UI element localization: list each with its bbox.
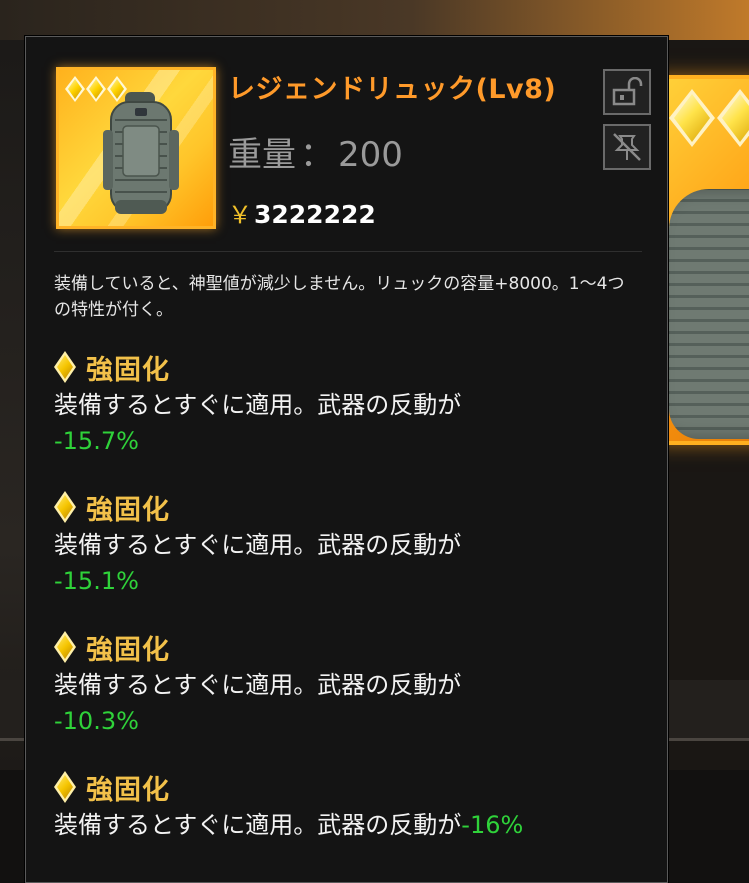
trait-text: 装備するとすぐに適用。武器の反動が: [54, 391, 462, 419]
item-icon: [56, 67, 216, 229]
weight-separator: ：: [300, 135, 334, 175]
trait-header: 強固化: [54, 629, 654, 666]
yen-icon: ￥: [228, 201, 252, 229]
lock-button[interactable]: [603, 69, 651, 115]
trait-value: -16%: [461, 811, 524, 839]
trait-name: 強固化: [86, 634, 170, 666]
background-top: [0, 0, 749, 40]
backpack-icon: [669, 189, 749, 439]
trait-header: 強固化: [54, 349, 654, 386]
pin-off-icon: [613, 133, 641, 161]
trait-description: 装備するとすぐに適用。武器の反動が -15.1%: [54, 527, 654, 599]
trait-name: 強固化: [86, 354, 170, 386]
item-weight: 重量： 200: [228, 127, 403, 176]
trait-value: -15.7%: [54, 427, 139, 455]
price-value: 3222222: [254, 200, 376, 229]
item-description: 装備していると、神聖値が減少しません。リュックの容量+8000。1〜4つの特性が…: [54, 274, 625, 320]
weight-value: 200: [338, 135, 403, 175]
trait-text: 装備するとすぐに適用。武器の反動が: [54, 531, 462, 559]
trait-text: 装備するとすぐに適用。武器の反動が: [54, 811, 462, 839]
item-tooltip: レジェンドリュック(Lv8) 重量： 200 ￥3222222 装備していると、神…: [24, 35, 669, 883]
rarity-diamond-icon: [669, 89, 715, 147]
trait-diamond-icon: [54, 351, 76, 383]
trait-entry: 強固化 装備するとすぐに適用。武器の反動が -15.7%: [54, 349, 654, 459]
trait-entry: 強固化 装備するとすぐに適用。武器の反動が-16%: [54, 769, 654, 843]
item-title: レジェンドリュック(Lv8): [228, 74, 557, 105]
trait-name: 強固化: [86, 494, 170, 526]
trait-diamond-icon: [54, 491, 76, 523]
pin-button[interactable]: [603, 124, 651, 170]
rarity-diamond-icon: [717, 89, 749, 147]
trait-description: 装備するとすぐに適用。武器の反動が -10.3%: [54, 667, 654, 739]
item-price: ￥3222222: [228, 195, 376, 230]
trait-value: -15.1%: [54, 567, 139, 595]
trait-description: 装備するとすぐに適用。武器の反動が-16%: [54, 807, 654, 843]
trait-diamond-icon: [54, 771, 76, 803]
lock-open-icon: [612, 77, 643, 106]
trait-name: 強固化: [86, 774, 170, 806]
trait-value: -10.3%: [54, 707, 139, 735]
trait-diamond-icon: [54, 631, 76, 663]
trait-header: 強固化: [54, 489, 654, 526]
trait-entry: 強固化 装備するとすぐに適用。武器の反動が -15.1%: [54, 489, 654, 599]
trait-text: 装備するとすぐに適用。武器の反動が: [54, 671, 462, 699]
trait-entry: 強固化 装備するとすぐに適用。武器の反動が -10.3%: [54, 629, 654, 739]
trait-header: 強固化: [54, 769, 654, 806]
backpack-icon: [103, 92, 179, 214]
weight-label: 重量: [228, 135, 296, 175]
trait-description: 装備するとすぐに適用。武器の反動が -15.7%: [54, 387, 654, 459]
rarity-diamond-icon: [65, 76, 85, 102]
background-item-card: [655, 75, 749, 445]
game-scene: レジェンドリュック(Lv8) 重量： 200 ￥3222222 装備していると、神…: [0, 0, 749, 883]
divider: [54, 251, 642, 252]
